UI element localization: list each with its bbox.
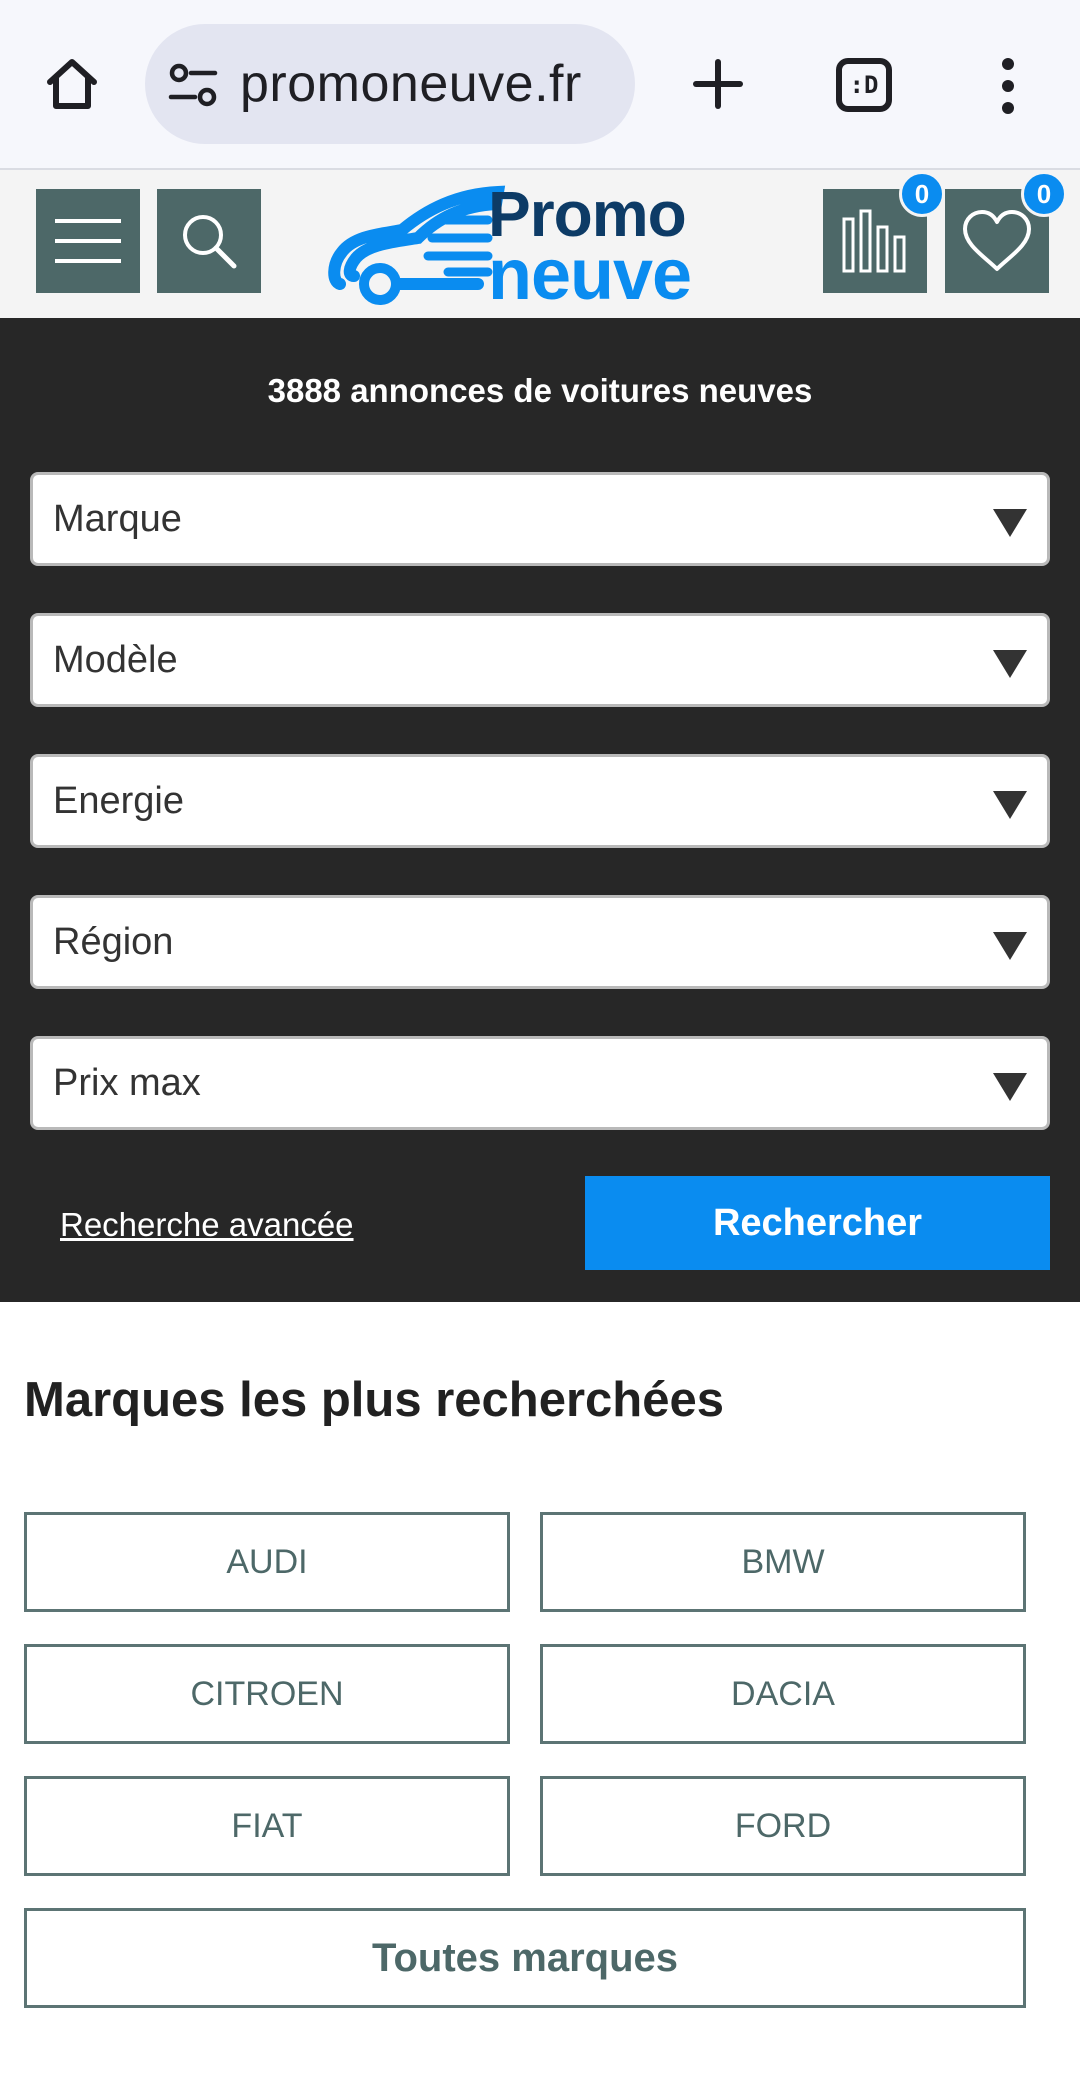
dropdown-arrow-icon — [993, 1073, 1027, 1101]
logo-neuve-text: neuve — [488, 235, 692, 315]
brand-button-audi[interactable]: AUDI — [24, 1512, 510, 1612]
search-panel: 3888 annonces de voitures neuves Marque … — [0, 318, 1080, 1302]
more-options-icon[interactable] — [988, 56, 1028, 116]
max-price-select-label: Prix max — [53, 1062, 201, 1104]
max-price-select[interactable]: Prix max — [30, 1036, 1050, 1130]
logo-wordmark: Promo neuve — [488, 182, 728, 315]
all-brands-button[interactable]: Toutes marques — [24, 1908, 1026, 2008]
dropdown-arrow-icon — [993, 509, 1027, 537]
browser-toolbar: promoneuve.fr :D — [0, 0, 1080, 170]
brand-button-bmw[interactable]: BMW — [540, 1512, 1026, 1612]
brand-button-fiat[interactable]: FIAT — [24, 1776, 510, 1876]
dropdown-arrow-icon — [993, 650, 1027, 678]
site-header: Promo neuve 0 0 — [0, 170, 1080, 318]
home-icon[interactable] — [34, 46, 110, 122]
search-submit-button[interactable]: Rechercher — [585, 1176, 1050, 1270]
brand-button-citroen[interactable]: CITROEN — [24, 1644, 510, 1744]
favorites-button[interactable]: 0 — [945, 171, 1067, 293]
compare-button[interactable]: 0 — [823, 171, 945, 293]
energy-select-label: Energie — [53, 780, 184, 822]
url-text[interactable]: promoneuve.fr — [240, 24, 582, 144]
advanced-search-link[interactable]: Recherche avancée — [60, 1206, 354, 1244]
new-tab-icon[interactable] — [680, 46, 756, 122]
brand-button-dacia[interactable]: DACIA — [540, 1644, 1026, 1744]
site-settings-icon[interactable] — [167, 62, 219, 108]
search-icon — [183, 215, 237, 269]
dropdown-arrow-icon — [993, 932, 1027, 960]
menu-button[interactable] — [36, 189, 140, 293]
bar-chart-icon — [842, 209, 906, 273]
tab-switcher-button[interactable]: :D — [836, 58, 892, 112]
heart-icon — [963, 210, 1031, 271]
region-select-label: Région — [53, 921, 174, 963]
dropdown-arrow-icon — [993, 791, 1027, 819]
brand-select[interactable]: Marque — [30, 472, 1050, 566]
model-select[interactable]: Modèle — [30, 613, 1050, 707]
compare-count-badge: 0 — [899, 171, 945, 217]
popular-brands-title: Marques les plus recherchées — [24, 1373, 724, 1427]
region-select[interactable]: Région — [30, 895, 1050, 989]
brand-select-label: Marque — [53, 498, 182, 540]
energy-select[interactable]: Energie — [30, 754, 1050, 848]
favorites-count-badge: 0 — [1021, 171, 1067, 217]
promoneuve-logo[interactable]: Promo neuve — [328, 180, 720, 311]
listing-count: 3888 annonces de voitures neuves — [267, 372, 813, 409]
address-bar[interactable]: promoneuve.fr — [145, 24, 635, 144]
hamburger-icon — [55, 219, 121, 263]
search-button[interactable] — [157, 189, 261, 293]
brand-button-ford[interactable]: FORD — [540, 1776, 1026, 1876]
model-select-label: Modèle — [53, 639, 178, 681]
